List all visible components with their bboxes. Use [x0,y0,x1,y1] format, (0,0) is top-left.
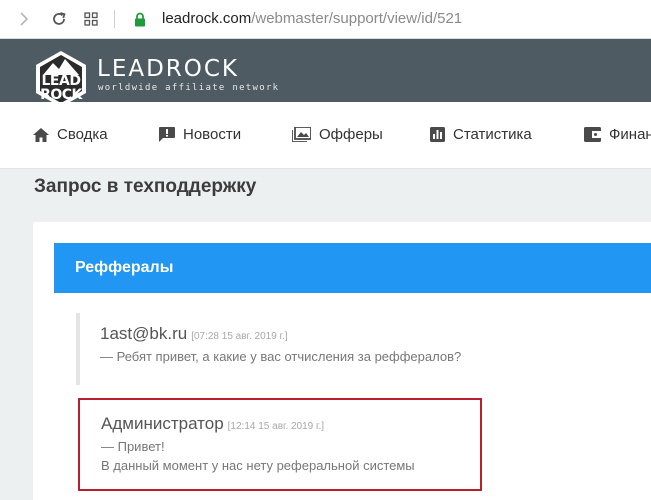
finance-icon [584,127,601,142]
leadrock-logo[interactable]: LEAD ROCK [33,49,89,107]
main-menu: Сводка Новости Офферы Статистика Финан [0,102,651,169]
logo-text-bottom: ROCK [40,87,82,103]
reload-icon[interactable] [49,9,69,29]
address-separator [114,10,115,28]
news-icon [159,127,175,142]
menu-item-label: Сводка [57,126,108,143]
message-author: Администратор [101,414,224,433]
message-time: [12:14 15 авг. 2019 г.] [227,421,325,432]
statistics-icon [430,127,445,142]
message-author: 1ast@bk.ru [100,324,188,343]
offers-icon [292,127,311,142]
message-admin: Администратор [12:14 15 авг. 2019 г.] — П… [78,398,482,491]
ticket-header: Реффералы [54,243,651,293]
menu-item-label: Новости [183,126,242,143]
browser-toolbar: leadrock.com/webmaster/support/view/id/5… [0,0,651,39]
url-domain: leadrock.com [162,10,252,27]
address-bar[interactable]: leadrock.com/webmaster/support/view/id/5… [162,10,462,27]
page-title: Запрос в техподдержку [34,176,257,197]
message-text: — Привет! [101,439,165,454]
menu-item-finance[interactable]: Финан [584,126,651,143]
brand-tagline: worldwide affiliate network [98,83,280,93]
menu-item-label: Статистика [453,126,532,143]
message-text: — Ребят привет, а какие у вас отчисления… [100,349,462,364]
menu-item-statistics[interactable]: Статистика [430,126,532,143]
lock-icon [130,9,150,29]
site-header: LEAD ROCK LEADROCK worldwide affiliate n… [0,39,651,107]
menu-item-summary[interactable]: Сводка [33,126,108,143]
menu-item-offers[interactable]: Офферы [292,126,383,143]
apps-grid-icon[interactable] [81,9,101,29]
home-icon [33,127,49,142]
menu-item-news[interactable]: Новости [159,126,241,143]
ticket-subject: Реффералы [75,259,174,276]
forward-icon[interactable] [14,9,34,29]
menu-item-label: Финан [609,126,651,143]
brand-name[interactable]: LEADROCK [97,56,239,82]
menu-item-label: Офферы [319,126,383,143]
message-user: 1ast@bk.ru [07:28 15 авг. 2019 г.] — Ребя… [76,313,596,385]
message-time: [07:28 15 авг. 2019 г.] [191,331,288,342]
message-text: В данный момент у нас нету реферальной с… [101,458,415,473]
url-path: /webmaster/support/view/id/521 [251,10,463,27]
